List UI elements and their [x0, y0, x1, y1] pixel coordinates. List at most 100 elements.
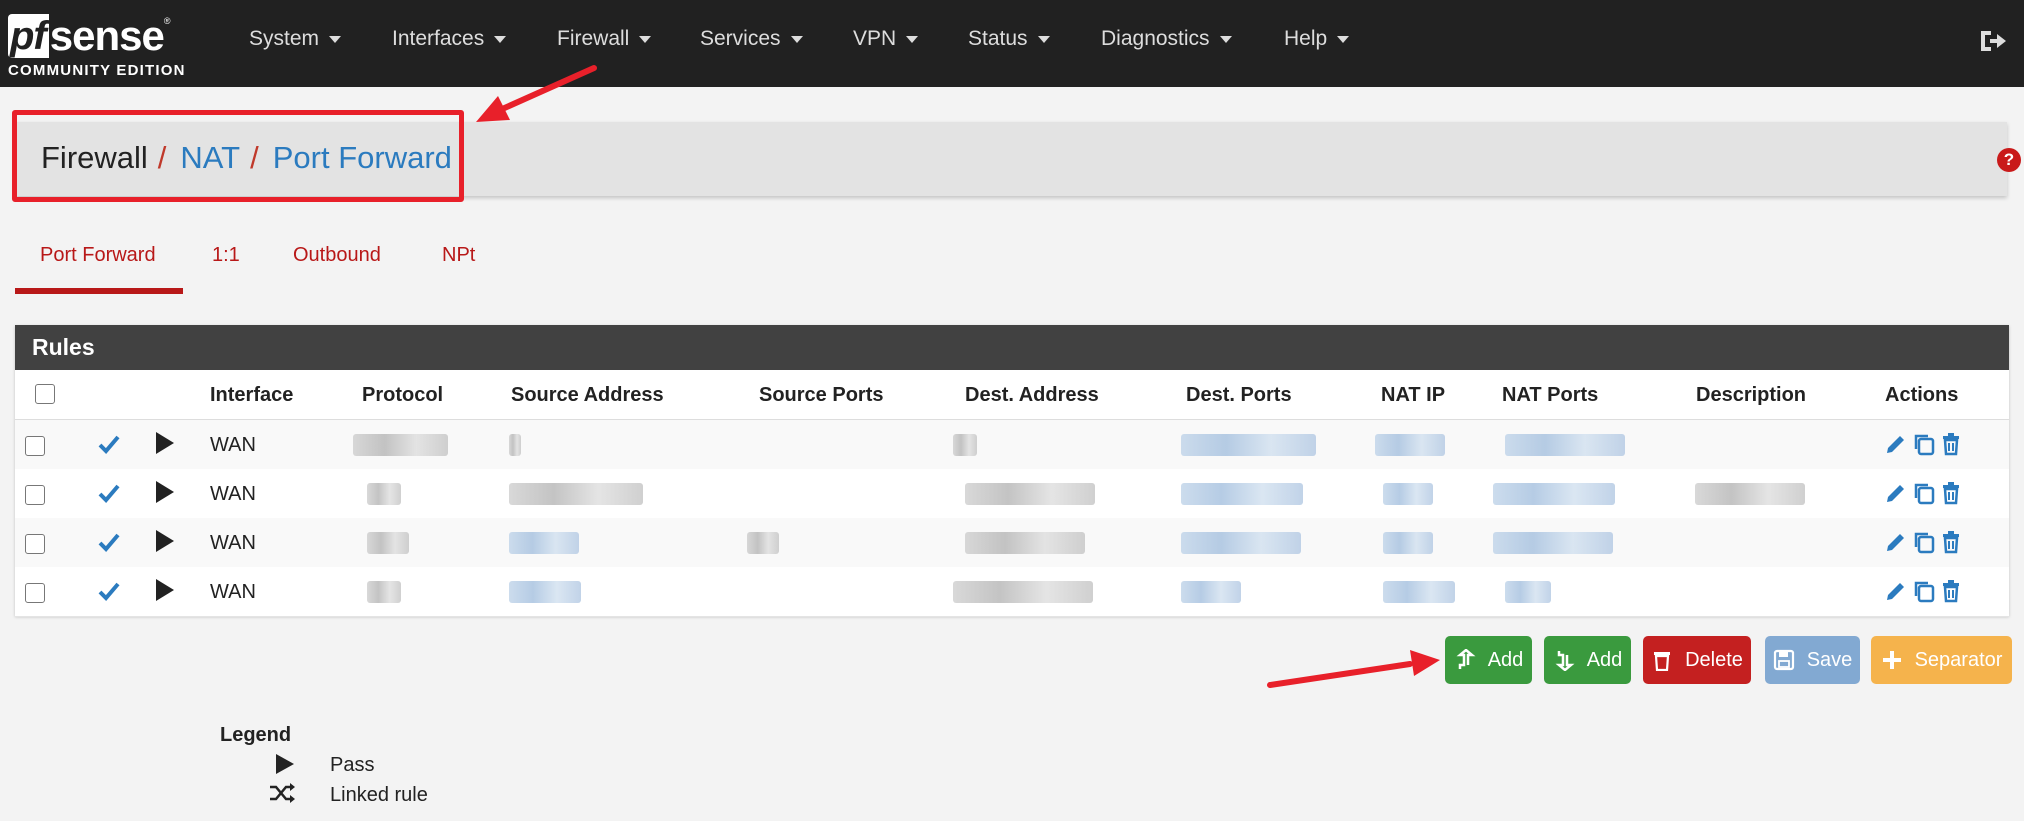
annotation-arrow-add — [1267, 650, 1440, 688]
nav-status[interactable]: Status — [968, 27, 1050, 51]
save-button[interactable]: Save — [1765, 636, 1860, 684]
rules-panel: Rules Interface Protocol Source Address … — [15, 325, 2009, 617]
logo-sense: sense — [49, 12, 165, 59]
column-header-source-ports: Source Ports — [759, 384, 884, 406]
logout-icon[interactable] — [1978, 28, 2008, 54]
redacted-protocol — [367, 532, 409, 554]
delete-trash-icon[interactable] — [1939, 530, 1963, 554]
active-tab-indicator — [15, 288, 183, 294]
select-all-checkbox[interactable] — [35, 384, 55, 404]
edit-pencil-icon[interactable] — [1884, 481, 1908, 505]
row-checkbox[interactable] — [25, 436, 45, 456]
row-interface: WAN — [210, 532, 256, 554]
table-row[interactable]: WAN — [15, 420, 2009, 470]
tab-outbound[interactable]: Outbound — [293, 244, 381, 267]
row-interface: WAN — [210, 581, 256, 603]
nav-label: System — [249, 27, 320, 50]
legend-pass-label: Pass — [330, 754, 375, 776]
nav-vpn[interactable]: VPN — [853, 27, 919, 51]
nav-interfaces[interactable]: Interfaces — [392, 27, 507, 51]
annotation-highlight-box — [12, 110, 464, 202]
row-interface: WAN — [210, 483, 256, 505]
table-row[interactable]: WAN — [15, 469, 2009, 519]
nav-label: VPN — [853, 27, 897, 50]
redacted-dest-ports — [1181, 532, 1301, 554]
enabled-check-icon[interactable] — [97, 481, 121, 505]
row-checkbox[interactable] — [25, 534, 45, 554]
edit-pencil-icon[interactable] — [1884, 579, 1908, 603]
top-navbar: pf sense ® COMMUNITY EDITION System Inte… — [0, 0, 2024, 87]
redacted-source-ports — [747, 532, 779, 554]
add-bottom-label: Add — [1586, 648, 1623, 671]
arrow-down-icon — [1555, 651, 1575, 671]
rules-heading: Rules — [15, 325, 2009, 370]
table-header: Interface Protocol Source Address Source… — [15, 370, 2009, 421]
separator-button[interactable]: Separator — [1871, 636, 2012, 684]
delete-button[interactable]: Delete — [1643, 636, 1751, 684]
redacted-nat-ports — [1493, 532, 1613, 554]
row-interface: WAN — [210, 434, 256, 456]
floppy-save-icon — [1773, 649, 1794, 671]
enabled-check-icon[interactable] — [97, 530, 121, 554]
nav-label: Interfaces — [392, 27, 485, 50]
redacted-source-address — [509, 434, 521, 456]
help-icon[interactable]: ? — [1997, 148, 2021, 172]
tab-port-forward[interactable]: Port Forward — [40, 244, 156, 267]
redacted-protocol — [353, 434, 448, 456]
row-checkbox[interactable] — [25, 485, 45, 505]
delete-trash-icon[interactable] — [1939, 481, 1963, 505]
column-header-nat-ip: NAT IP — [1381, 384, 1446, 406]
logo-edition: COMMUNITY EDITION — [8, 62, 186, 79]
redacted-source-address — [509, 483, 643, 505]
edit-pencil-icon[interactable] — [1884, 432, 1908, 456]
redacted-description — [1695, 483, 1805, 505]
redacted-source-address — [509, 532, 579, 554]
column-header-protocol: Protocol — [362, 384, 444, 406]
copy-icon[interactable] — [1912, 530, 1936, 554]
enabled-check-icon[interactable] — [97, 579, 121, 603]
redacted-dest-address — [965, 483, 1095, 505]
nav-system[interactable]: System — [249, 27, 342, 51]
redacted-dest-ports — [1181, 483, 1303, 505]
table-row[interactable]: WAN — [15, 567, 2009, 617]
caret-down-icon — [494, 35, 507, 43]
pass-icon — [156, 432, 174, 454]
pfsense-logo[interactable]: pf sense ® COMMUNITY EDITION — [8, 10, 198, 82]
pass-icon — [156, 530, 174, 552]
redacted-source-address — [509, 581, 581, 603]
caret-down-icon — [1219, 35, 1232, 43]
delete-trash-icon[interactable] — [1939, 432, 1963, 456]
nav-firewall[interactable]: Firewall — [557, 27, 652, 51]
tab-npt[interactable]: NPt — [442, 244, 475, 267]
add-top-button[interactable]: Add — [1445, 636, 1532, 684]
caret-down-icon — [1337, 35, 1350, 43]
delete-trash-icon[interactable] — [1939, 579, 1963, 603]
copy-icon[interactable] — [1912, 579, 1936, 603]
redacted-dest-address — [953, 434, 977, 456]
caret-down-icon — [790, 35, 803, 43]
redacted-nat-ports — [1493, 483, 1615, 505]
nav-diagnostics[interactable]: Diagnostics — [1101, 27, 1232, 51]
row-checkbox[interactable] — [25, 583, 45, 603]
redacted-nat-ip — [1375, 434, 1445, 456]
delete-label: Delete — [1685, 648, 1743, 671]
tab-one-to-one[interactable]: 1:1 — [212, 244, 240, 267]
edit-pencil-icon[interactable] — [1884, 530, 1908, 554]
nav-services[interactable]: Services — [700, 27, 803, 51]
caret-down-icon — [906, 35, 919, 43]
column-header-dest-ports: Dest. Ports — [1186, 384, 1292, 406]
copy-icon[interactable] — [1912, 432, 1936, 456]
plus-icon — [1882, 651, 1901, 669]
enabled-check-icon[interactable] — [97, 432, 121, 456]
legend-linked-rule-label: Linked rule — [330, 784, 428, 806]
legend-title: Legend — [220, 724, 292, 746]
column-header-dest-address: Dest. Address — [965, 384, 1099, 406]
add-top-label: Add — [1487, 648, 1524, 671]
nav-label: Services — [700, 27, 781, 50]
nav-help[interactable]: Help — [1284, 27, 1350, 51]
column-header-nat-ports: NAT Ports — [1502, 384, 1599, 406]
table-row[interactable]: WAN — [15, 518, 2009, 568]
copy-icon[interactable] — [1912, 481, 1936, 505]
nav-label: Diagnostics — [1101, 27, 1210, 50]
add-bottom-button[interactable]: Add — [1544, 636, 1631, 684]
